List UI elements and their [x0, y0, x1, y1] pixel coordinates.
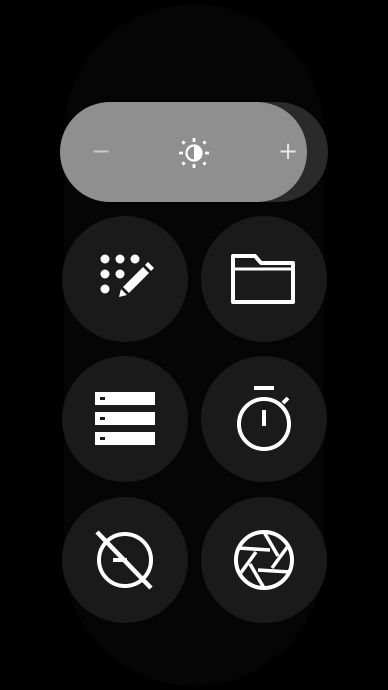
- camera-aperture-icon: [234, 530, 294, 590]
- brightness-icon: [177, 136, 211, 170]
- files-tile[interactable]: [201, 216, 327, 342]
- camera-remote-tile[interactable]: [201, 497, 327, 623]
- do-not-disturb-tile[interactable]: [62, 497, 188, 623]
- folder-icon: [231, 254, 295, 304]
- quick-settings-screen: − +: [0, 0, 388, 690]
- brightness-increase-button[interactable]: +: [274, 136, 302, 166]
- watch-face-edit-icon: [100, 254, 154, 297]
- do-not-disturb-off-icon: [95, 530, 153, 590]
- stopwatch-icon: [237, 386, 291, 451]
- apps-list-tile[interactable]: [62, 356, 188, 482]
- watch-face-edit-tile[interactable]: [62, 216, 188, 342]
- stopwatch-tile[interactable]: [201, 356, 327, 482]
- brightness-decrease-button[interactable]: −: [88, 136, 114, 166]
- list-icon: [95, 392, 155, 445]
